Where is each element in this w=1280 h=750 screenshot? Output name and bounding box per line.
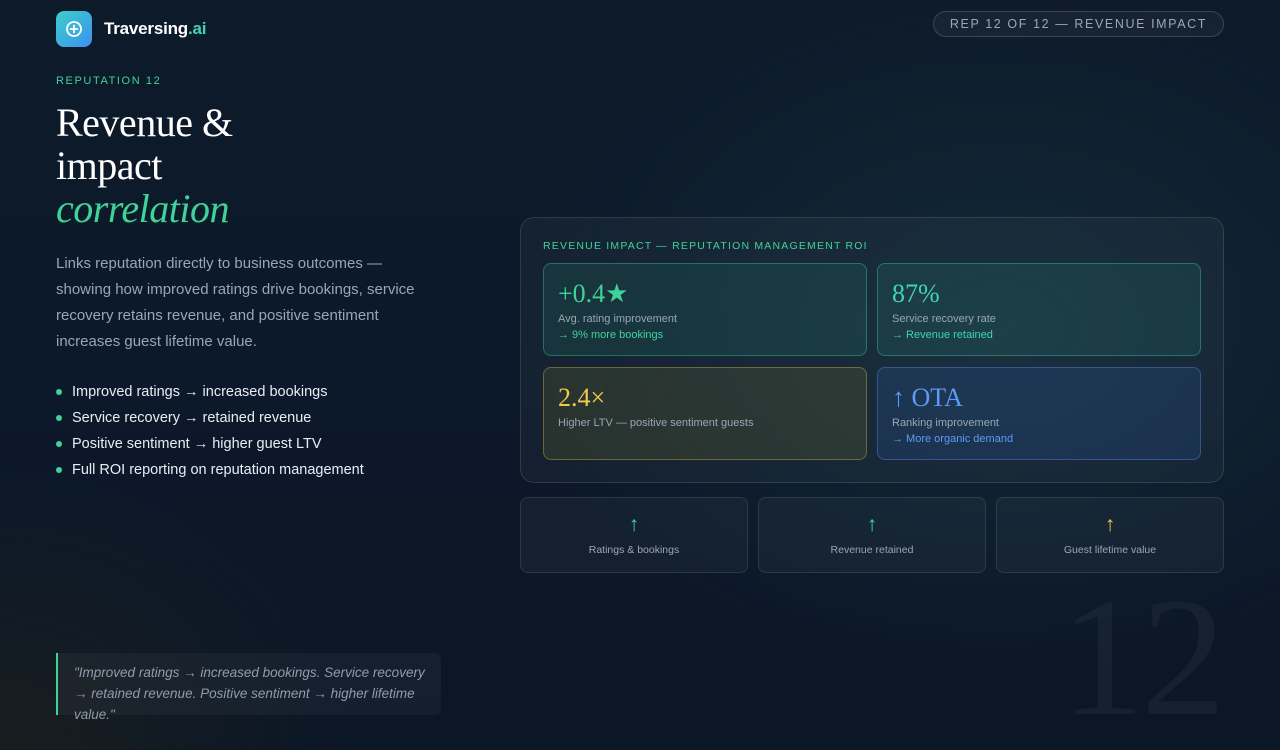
page-description: Links reputation directly to business ou… — [56, 255, 415, 350]
bullet-dot-icon — [56, 467, 62, 473]
summary-label: Ratings & bookings — [588, 544, 680, 556]
feature-text: Positive sentiment → higher guest LTV — [72, 436, 322, 452]
title-line-1: Revenue & — [56, 100, 233, 145]
metric-value: ↑ OTA — [892, 383, 963, 412]
roi-panel: REVENUE IMPACT — REPUTATION MANAGEMENT R… — [520, 217, 1224, 483]
metric-value: +0.4★ — [558, 279, 629, 308]
feature-item: Service recovery → retained revenue — [56, 405, 364, 431]
metric-value: 87% — [892, 279, 940, 308]
summary-label: Guest lifetime value — [1063, 544, 1157, 556]
up-arrow-icon: ↑ — [628, 513, 640, 536]
metric-card-recovery: 87% Service recovery rate → Revenue reta… — [877, 263, 1201, 356]
up-arrow-icon: ↑ — [866, 513, 878, 536]
metric-outcome: → 9% more bookings — [558, 329, 664, 341]
feature-text: Service recovery → retained revenue — [72, 410, 312, 426]
summary-label: Revenue retained — [830, 544, 914, 556]
plus-circle-icon — [56, 11, 92, 47]
brand-name: Traversing.ai — [104, 19, 207, 38]
feature-item: Full ROI reporting on reputation managem… — [56, 457, 364, 483]
metric-outcome: → More organic demand — [892, 433, 1014, 445]
metric-label: Service recovery rate — [892, 313, 996, 325]
up-arrow-icon: ↑ — [1104, 513, 1116, 536]
brand-logo[interactable]: Traversing.ai — [56, 11, 207, 47]
title-line-2: impact — [56, 143, 162, 188]
bullet-dot-icon — [56, 389, 62, 395]
panel-title: REVENUE IMPACT — REPUTATION MANAGEMENT R… — [543, 240, 868, 252]
metric-card-ota: ↑ OTA Ranking improvement → More organic… — [877, 367, 1201, 460]
pull-quote: "Improved ratings → increased bookings. … — [56, 653, 441, 722]
summary-card-revenue: ↑ Revenue retained — [758, 497, 986, 573]
metric-outcome: → Revenue retained — [892, 329, 993, 341]
slide-number-watermark: 12 — [1060, 572, 1226, 742]
metric-label: Avg. rating improvement — [558, 313, 678, 325]
feature-text: Improved ratings → increased bookings — [72, 384, 328, 400]
feature-text: Full ROI reporting on reputation managem… — [72, 462, 364, 478]
feature-item: Improved ratings → increased bookings — [56, 379, 364, 405]
feature-list: Improved ratings → increased bookings Se… — [56, 379, 364, 483]
title-accent: correlation — [56, 186, 229, 231]
metric-label: Higher LTV — positive sentiment guests — [558, 417, 754, 429]
slide-indicator: REP 12 OF 12 — REVENUE IMPACT — [932, 11, 1224, 37]
page-title: Revenue & impact correlation — [56, 101, 233, 230]
bullet-dot-icon — [56, 441, 62, 447]
metric-value: 2.4× — [558, 383, 606, 412]
summary-card-ratings: ↑ Ratings & bookings — [520, 497, 748, 573]
section-eyebrow: REPUTATION 12 — [56, 75, 162, 87]
bullet-dot-icon — [56, 415, 62, 421]
metric-label: Ranking improvement — [892, 417, 999, 429]
metric-card-ltv: 2.4× Higher LTV — positive sentiment gue… — [543, 367, 867, 460]
metric-card-rating: +0.4★ Avg. rating improvement → 9% more … — [543, 263, 867, 356]
feature-item: Positive sentiment → higher guest LTV — [56, 431, 364, 457]
summary-card-ltv: ↑ Guest lifetime value — [996, 497, 1224, 573]
